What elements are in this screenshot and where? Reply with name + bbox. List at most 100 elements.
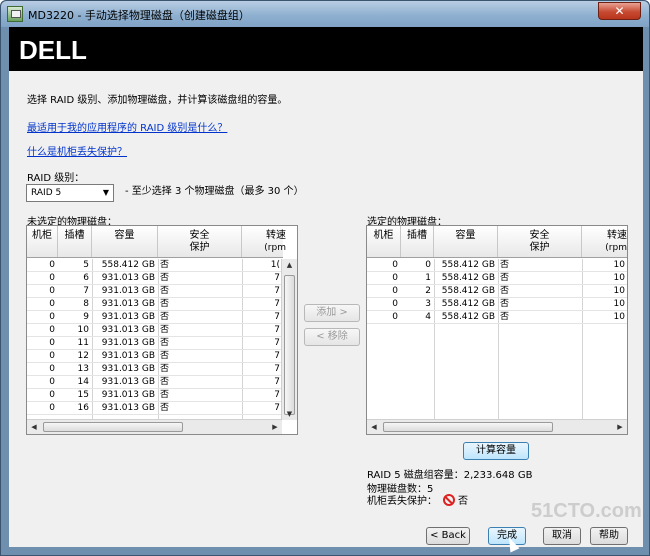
col-speed-line2: (rpm	[605, 243, 627, 253]
col-enclosure[interactable]: 机柜	[367, 226, 401, 257]
scroll-right-icon[interactable]: ▶	[268, 420, 282, 434]
cell-slot: 15	[77, 390, 89, 400]
scroll-left-icon[interactable]: ◀	[27, 420, 41, 434]
table-row[interactable]: 0 7 931.013 GB 否 7	[27, 285, 283, 298]
cell-enclosure: 0	[49, 312, 55, 322]
col-security[interactable]: 安全 保护	[498, 226, 582, 257]
cell-capacity: 931.013 GB	[101, 403, 155, 413]
table-row[interactable]: 0 4 558.412 GB 否 10	[367, 311, 627, 324]
table-row[interactable]: 0 6 931.013 GB 否 7	[27, 272, 283, 285]
title-bar[interactable]: MD3220 - 手动选择物理磁盘（创建磁盘组） ✕	[1, 1, 649, 27]
cell-enclosure: 0	[49, 299, 55, 309]
table-row[interactable]: 0 0 558.412 GB 否 10	[367, 259, 627, 272]
scroll-right-icon[interactable]: ▶	[613, 420, 627, 434]
cell-capacity: 931.013 GB	[101, 377, 155, 387]
col-slot[interactable]: 插槽	[58, 226, 92, 257]
close-button[interactable]: ✕	[598, 2, 641, 20]
cell-capacity: 931.013 GB	[101, 364, 155, 374]
table-row[interactable]: 0 1 558.412 GB 否 10	[367, 272, 627, 285]
loss-protection-help-link[interactable]: 什么是机柜丢失保护？	[27, 143, 127, 158]
table-row[interactable]: 0 14 931.013 GB 否 7	[27, 376, 283, 389]
col-security[interactable]: 安全 保护	[158, 226, 242, 257]
raid-level-help-link[interactable]: 最适用于我的应用程序的 RAID 级别是什么？	[27, 119, 227, 134]
table-row[interactable]: 0 2 558.412 GB 否 10	[367, 285, 627, 298]
raid-level-hint: - 至少选择 3 个物理磁盘（最多 30 个）	[125, 186, 304, 197]
cell-enclosure: 0	[49, 403, 55, 413]
table-row[interactable]: 0 9 931.013 GB 否 7	[27, 311, 283, 324]
cell-slot: 0	[425, 260, 431, 270]
cell-slot: 3	[425, 299, 431, 309]
cell-slot: 12	[77, 351, 89, 361]
cell-security: 否	[160, 312, 170, 322]
table-row[interactable]: 0 11 931.013 GB 否 7	[27, 337, 283, 350]
cancel-button[interactable]: 取消	[543, 527, 581, 545]
cell-speed: 7	[274, 273, 280, 283]
add-button[interactable]: 添加 >	[304, 304, 360, 322]
horizontal-scrollbar[interactable]: ◀ ▶	[27, 419, 282, 434]
unselected-disks-table[interactable]: 机柜 插槽 容量 安全 保护 转速 (rpm 0 5 558.412 GB 否 1(0 6…	[26, 225, 298, 435]
table-row[interactable]: 0 13 931.013 GB 否 7	[27, 363, 283, 376]
cell-capacity: 931.013 GB	[101, 286, 155, 296]
col-security-line2: 保护	[189, 242, 210, 253]
selected-disks-table[interactable]: 机柜 插槽 容量 安全 保护 转速 (rpm 0 0 558.412 GB 否 10 0 1…	[366, 225, 628, 435]
cell-security: 否	[160, 377, 170, 387]
scroll-thumb[interactable]	[284, 275, 295, 415]
cell-speed: 7	[274, 403, 280, 413]
scroll-left-icon[interactable]: ◀	[367, 420, 381, 434]
table-row[interactable]: 0 10 931.013 GB 否 7	[27, 324, 283, 337]
cell-enclosure: 0	[49, 390, 55, 400]
cell-speed: 10	[613, 312, 625, 322]
col-enclosure[interactable]: 机柜	[27, 226, 58, 257]
calculate-capacity-button[interactable]: 计算容量	[463, 442, 529, 460]
cell-security: 否	[160, 260, 170, 270]
col-capacity[interactable]: 容量	[92, 226, 158, 257]
table-row[interactable]: 0 15 931.013 GB 否 7	[27, 389, 283, 402]
cell-capacity: 558.412 GB	[441, 286, 495, 296]
col-security-line2: 保护	[529, 242, 550, 253]
group-capacity-text: RAID 5 磁盘组容量：2,233.648 GB	[367, 470, 533, 481]
cell-security: 否	[160, 403, 170, 413]
scroll-down-icon[interactable]: ▼	[282, 408, 297, 420]
table-row[interactable]: 0 3 558.412 GB 否 10	[367, 298, 627, 311]
col-slot[interactable]: 插槽	[401, 226, 434, 257]
cell-capacity: 931.013 GB	[101, 351, 155, 361]
raid-level-value: RAID 5	[31, 188, 62, 198]
table-row[interactable]: 0 8 931.013 GB 否 7	[27, 298, 283, 311]
table-row[interactable]: 0 12 931.013 GB 否 7	[27, 350, 283, 363]
horizontal-scrollbar[interactable]: ◀ ▶	[367, 419, 627, 434]
cell-security: 否	[500, 286, 510, 296]
cell-speed: 10	[613, 273, 625, 283]
app-icon	[7, 6, 23, 22]
back-button[interactable]: < Back	[426, 527, 470, 545]
cell-enclosure: 0	[49, 273, 55, 283]
scroll-thumb[interactable]	[383, 422, 553, 432]
cell-capacity: 931.013 GB	[101, 325, 155, 335]
cell-enclosure: 0	[49, 364, 55, 374]
cell-speed: 7	[274, 312, 280, 322]
scroll-thumb[interactable]	[43, 422, 183, 432]
cell-capacity: 931.013 GB	[101, 338, 155, 348]
scroll-up-icon[interactable]: ▲	[282, 259, 297, 271]
cell-security: 否	[160, 286, 170, 296]
col-speed[interactable]: 转速 (rpm	[242, 226, 292, 257]
cell-capacity: 558.412 GB	[441, 299, 495, 309]
raid-level-select[interactable]: RAID 5 ▼	[26, 184, 114, 202]
col-security-line1: 安全	[529, 230, 550, 241]
cell-speed: 10	[613, 299, 625, 309]
cell-enclosure: 0	[49, 351, 55, 361]
remove-button[interactable]: < 移除	[304, 328, 360, 346]
cell-security: 否	[500, 299, 510, 309]
cell-capacity: 931.013 GB	[101, 312, 155, 322]
col-capacity[interactable]: 容量	[434, 226, 498, 257]
prohibited-icon	[443, 494, 455, 506]
table-row[interactable]: 0 5 558.412 GB 否 1(	[27, 259, 283, 272]
col-speed[interactable]: 转速 (rpm	[582, 226, 627, 257]
dialog-window: MD3220 - 手动选择物理磁盘（创建磁盘组） ✕ DELL 选择 RAID …	[0, 0, 650, 556]
loss-protection-summary: 机柜丢失保护： 否	[367, 492, 468, 507]
table-row[interactable]: 0 16 931.013 GB 否 7	[27, 402, 283, 415]
help-button[interactable]: 帮助	[590, 527, 628, 545]
cell-security: 否	[500, 312, 510, 322]
chevron-down-icon: ▼	[102, 188, 109, 197]
vertical-scrollbar[interactable]: ▲ ▼	[281, 259, 297, 420]
cell-speed: 7	[274, 351, 280, 361]
